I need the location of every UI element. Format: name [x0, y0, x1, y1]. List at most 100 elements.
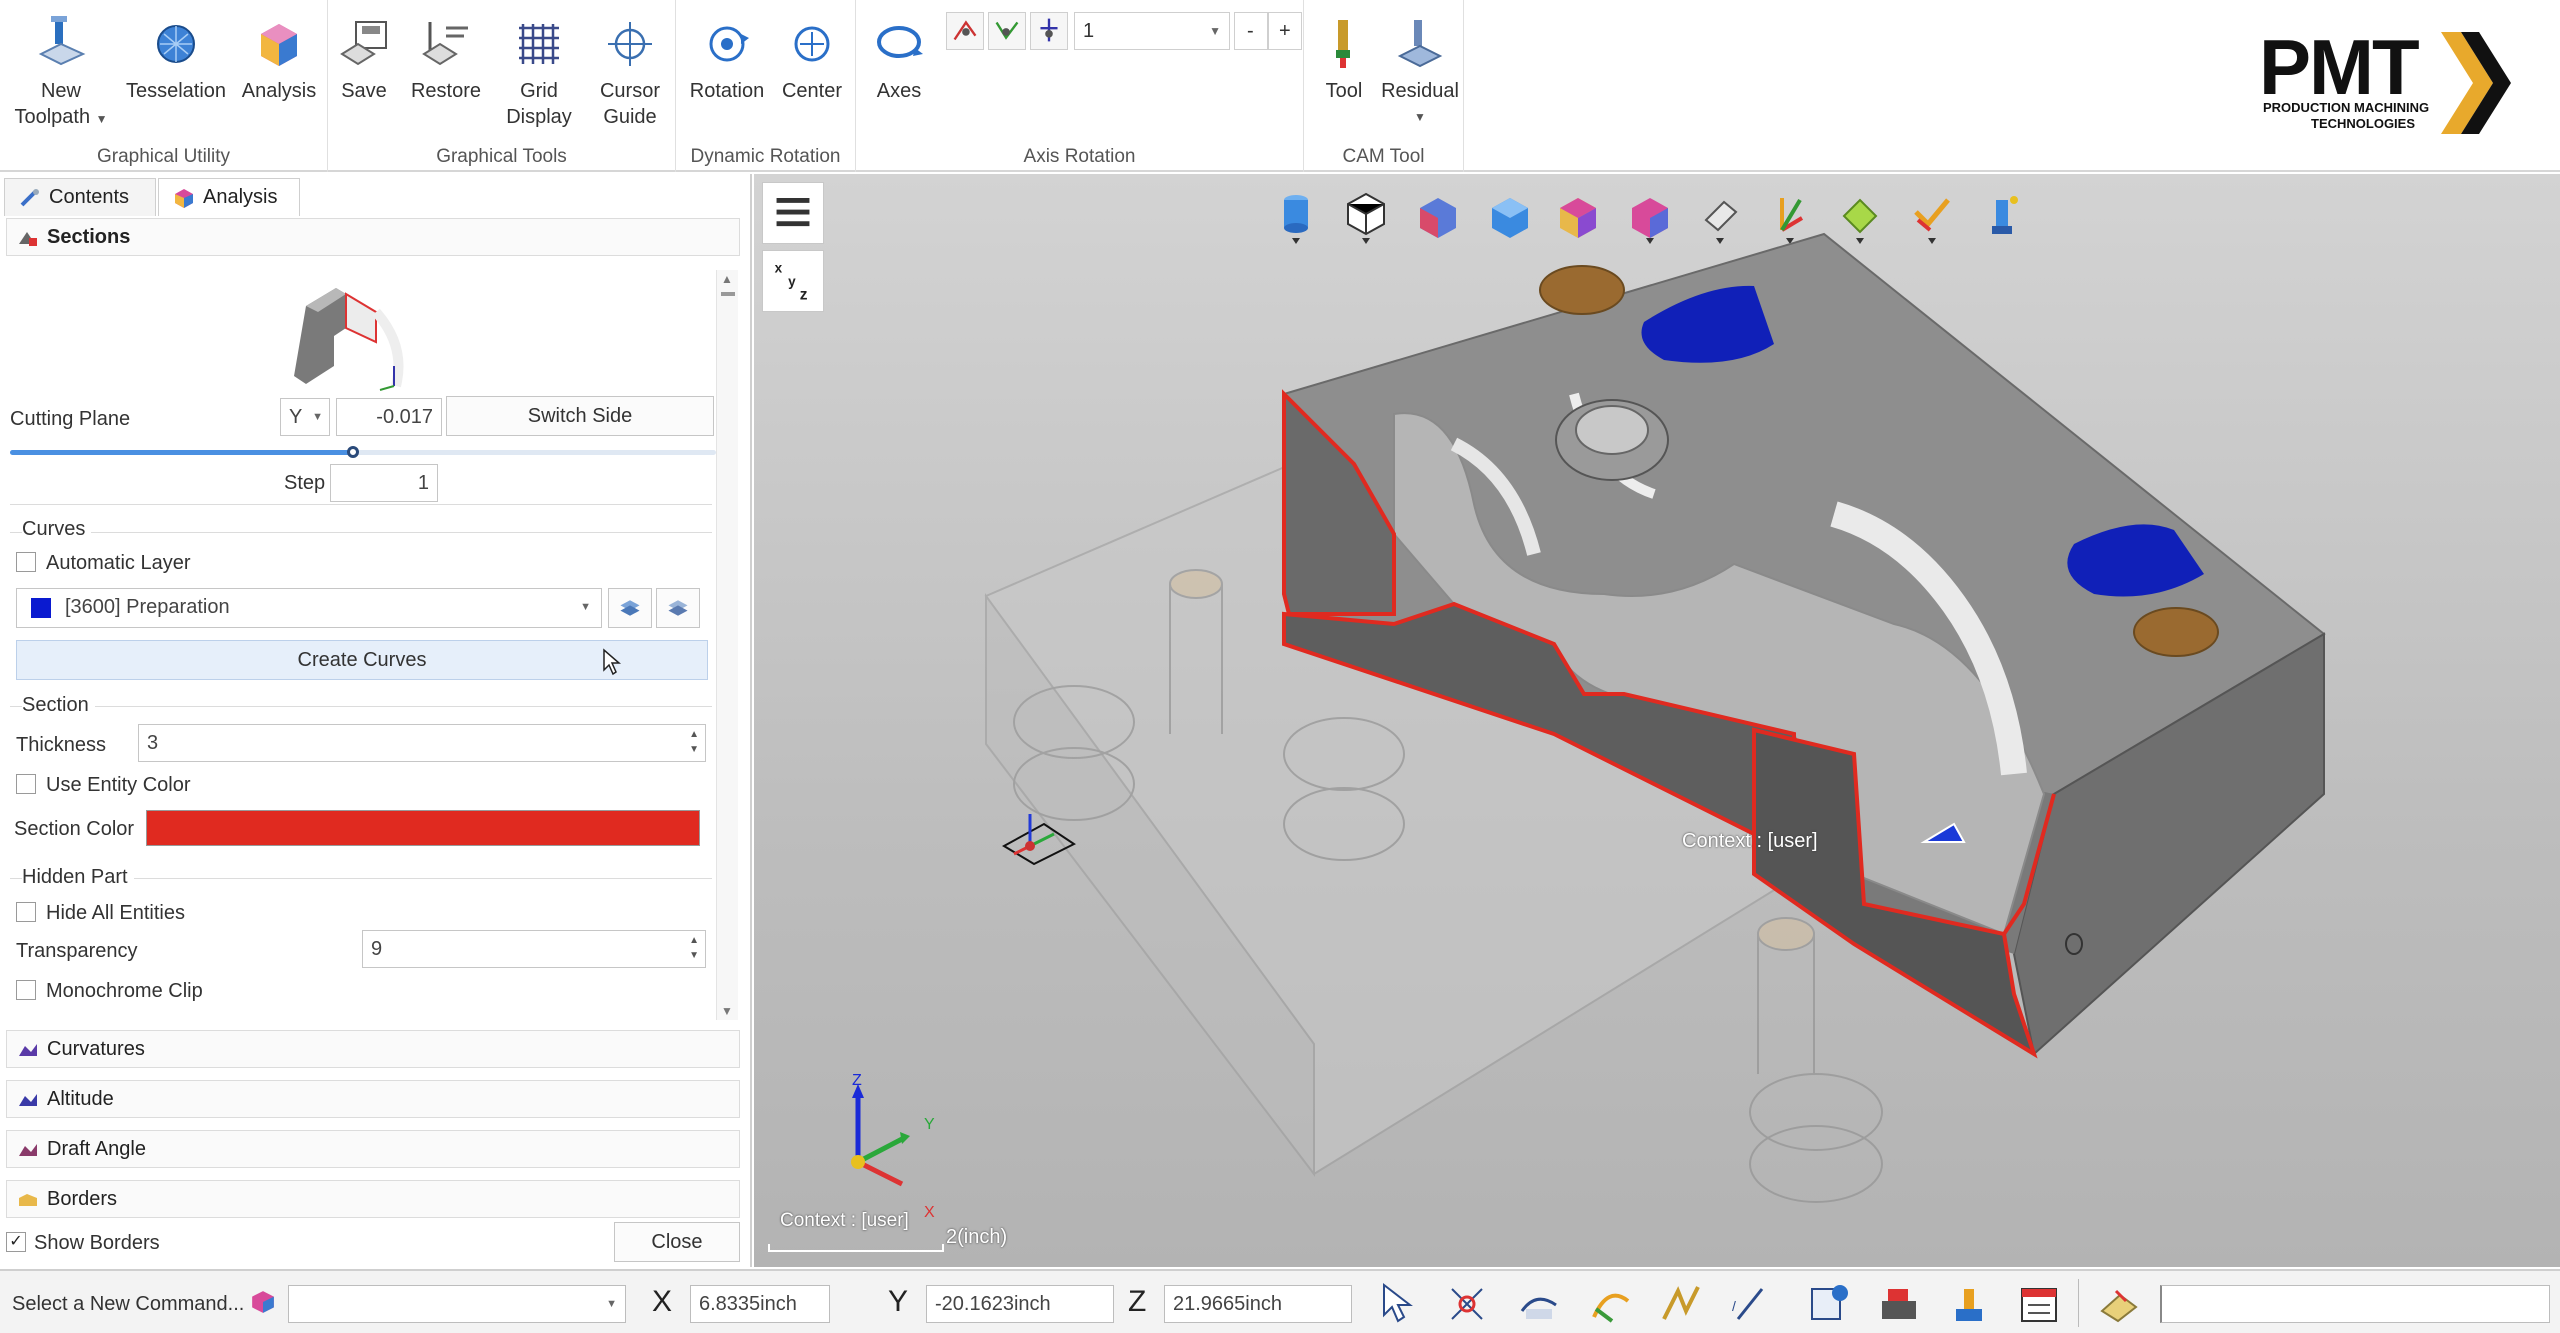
layer-select[interactable]: [3600] Preparation ▼ — [16, 588, 602, 628]
curve-tool-icon[interactable] — [1588, 1281, 1634, 1327]
tab-analysis[interactable]: Analysis — [158, 178, 300, 216]
group-label-axis-rotation: Axis Rotation — [1023, 146, 1136, 167]
chevron-down-icon[interactable]: ▼ — [606, 1286, 617, 1322]
switch-side-button[interactable]: Switch Side — [446, 396, 714, 436]
group-graphical-tools: Save Restore Grid Display Cursor Guide G… — [328, 0, 676, 172]
chevron-down-icon[interactable]: ▼ — [1209, 13, 1221, 49]
axis-rotation-value-text: 1 — [1083, 20, 1095, 42]
new-toolpath-button[interactable]: New Toolpath ▼ — [8, 14, 114, 132]
layer-action-button-1[interactable] — [608, 588, 652, 628]
monochrome-clip-checkbox[interactable] — [16, 980, 36, 1000]
save-button[interactable]: Save — [332, 14, 396, 104]
fixture-icon[interactable] — [1946, 1281, 1992, 1327]
3d-viewport[interactable]: x y z Context: [user] Z Y X Context: [… — [754, 174, 2560, 1267]
toolpath-icon[interactable] — [1658, 1281, 1704, 1327]
spinner-icon[interactable]: ▲ ▼ — [689, 933, 699, 963]
borders-header[interactable]: Borders — [6, 1180, 740, 1218]
select-arrow-icon[interactable] — [1376, 1281, 1422, 1327]
residual-button[interactable]: Residual ▼ — [1378, 14, 1462, 130]
z-coordinate-field[interactable]: 21.9665inch — [1164, 1285, 1352, 1323]
spinner-icon[interactable]: ▲ ▼ — [689, 727, 699, 757]
axis-rotation-minus-button[interactable]: - — [1234, 12, 1268, 50]
section-group-title: Section — [22, 694, 95, 717]
cursor-guide-button[interactable]: Cursor Guide — [586, 14, 674, 130]
chevron-down-icon[interactable]: ▼ — [96, 112, 108, 126]
transparency-input[interactable]: 9 ▲ ▼ — [362, 930, 706, 968]
monochrome-clip-label: Monochrome Clip — [46, 980, 203, 1002]
grid-display-button[interactable]: Grid Display — [496, 14, 582, 130]
center-icon — [794, 26, 830, 62]
calendar-icon[interactable] — [2016, 1281, 2062, 1327]
scale-bar — [768, 1244, 944, 1252]
chevron-down-icon[interactable]: ▼ — [1378, 104, 1462, 130]
pin-icon[interactable] — [2096, 1281, 2142, 1327]
tool-button[interactable]: Tool — [1312, 14, 1376, 104]
measure-slash-icon[interactable]: / — [1728, 1281, 1774, 1327]
cutting-plane-value-input[interactable]: -0.017 — [336, 398, 442, 436]
axis-rotation-value[interactable]: 1 ▼ — [1074, 12, 1230, 50]
scroll-up-icon[interactable]: ▲ — [721, 272, 733, 286]
analysis-button[interactable]: Analysis — [236, 14, 322, 104]
status-message-field — [2160, 1285, 2550, 1323]
use-entity-color-checkbox[interactable] — [16, 774, 36, 794]
curves-group-title: Curves — [22, 518, 92, 541]
scroll-down-icon[interactable]: ▼ — [721, 1004, 733, 1018]
layer-action-button-2[interactable] — [656, 588, 700, 628]
residual-label: Residual — [1381, 80, 1459, 102]
sections-header-label: Sections — [47, 226, 131, 248]
curvatures-header[interactable]: Curvatures — [6, 1030, 740, 1068]
group-dynamic-rotation: Rotation Center Dynamic Rotation — [676, 0, 856, 172]
show-borders-checkbox[interactable]: ✓ — [6, 1232, 26, 1252]
panel-scrollbar[interactable]: ▲ ▼ — [716, 270, 738, 1020]
status-divider — [2078, 1279, 2079, 1327]
rotate-x-button[interactable] — [946, 12, 984, 50]
tesselation-button[interactable]: Tesselation — [120, 14, 232, 104]
step-input[interactable]: 1 — [330, 464, 438, 502]
analysis-panel: Contents Analysis Sections Cutting Plane… — [0, 174, 752, 1267]
altitude-header[interactable]: Altitude — [6, 1080, 740, 1118]
residual-icon — [1397, 20, 1443, 68]
axis-rotation-plus-button[interactable]: + — [1268, 12, 1302, 50]
rotation-button[interactable]: Rotation — [684, 14, 770, 104]
x-coordinate-field[interactable]: 6.8335inch — [690, 1285, 830, 1323]
section-preview-image — [294, 288, 404, 391]
axes-button[interactable]: Axes — [866, 14, 932, 104]
restore-label: Restore — [410, 80, 482, 102]
tab-contents[interactable]: Contents — [4, 178, 156, 216]
hide-all-entities-checkbox[interactable] — [16, 902, 36, 922]
sections-header[interactable]: Sections — [6, 218, 740, 256]
grid-display-label-2: Display — [506, 106, 572, 128]
y-coordinate-field[interactable]: -20.1623inch — [926, 1285, 1114, 1323]
machine-icon[interactable] — [1876, 1281, 1922, 1327]
snap-point-icon[interactable] — [1444, 1281, 1490, 1327]
group-label-graphical-utility: Graphical Utility — [96, 146, 231, 167]
center-button[interactable]: Center — [772, 14, 852, 104]
curvatures-label: Curvatures — [47, 1038, 145, 1060]
rotate-z-button[interactable] — [1030, 12, 1068, 50]
cutting-plane-slider[interactable] — [10, 446, 716, 460]
section-color-picker[interactable] — [146, 810, 700, 846]
layer-color-swatch — [31, 598, 51, 618]
automatic-layer-checkbox[interactable] — [16, 552, 36, 572]
command-input[interactable]: ▼ — [288, 1285, 626, 1323]
rotate-y-button[interactable] — [988, 12, 1026, 50]
slider-thumb[interactable] — [346, 446, 359, 458]
cutting-plane-axis-select[interactable]: Y ▼ — [280, 398, 330, 436]
close-button[interactable]: Close — [614, 1222, 740, 1262]
draft-angle-label: Draft Angle — [47, 1138, 146, 1160]
mouse-cursor-icon — [603, 648, 622, 676]
triad-z-label: Z — [852, 1072, 862, 1089]
draft-angle-header[interactable]: Draft Angle — [6, 1130, 740, 1168]
restore-button[interactable]: Restore — [400, 14, 492, 104]
rotate-z-icon — [1040, 18, 1058, 42]
triad-context-label: Context : [user] — [780, 1210, 909, 1231]
scroll-thumb[interactable] — [721, 292, 735, 296]
command-cube-icon — [252, 1291, 274, 1313]
surface-icon[interactable] — [1516, 1281, 1562, 1327]
chevron-down-icon: ▼ — [580, 601, 591, 613]
cursor-guide-label-2: Guide — [603, 106, 657, 128]
rotation-icon — [709, 26, 749, 62]
info-icon[interactable] — [1806, 1281, 1852, 1327]
thickness-input[interactable]: 3 ▲ ▼ — [138, 724, 706, 762]
group-label-cam-tool: CAM Tool — [1342, 146, 1425, 167]
